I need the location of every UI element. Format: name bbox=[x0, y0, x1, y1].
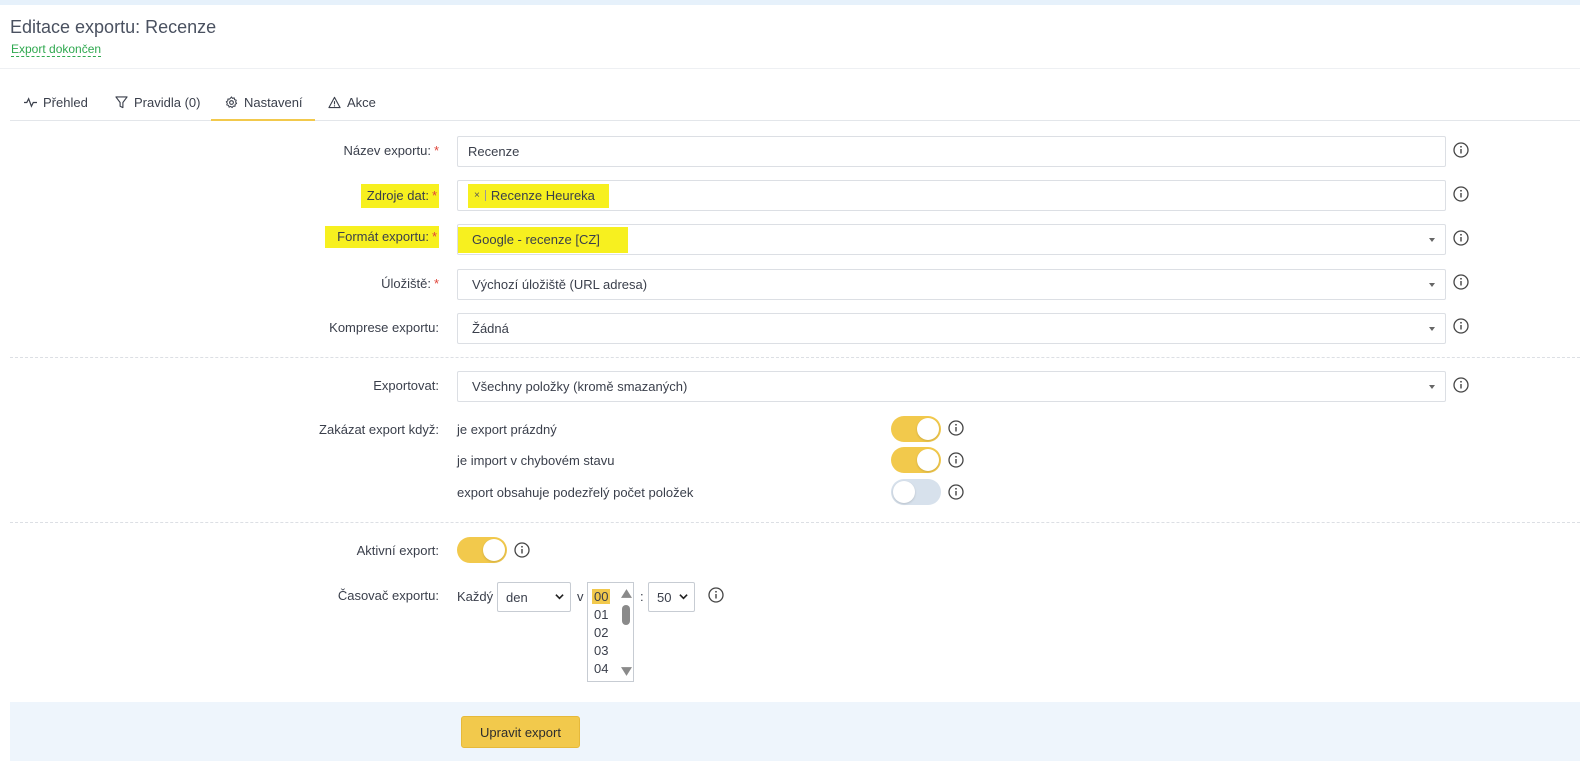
dropdown-caret-icon bbox=[1429, 238, 1435, 242]
tab-actions[interactable]: Akce bbox=[328, 85, 376, 120]
hour-option[interactable]: 00 bbox=[592, 589, 611, 604]
required-mark: * bbox=[433, 143, 439, 158]
gear-icon bbox=[225, 96, 238, 109]
scroll-thumb[interactable] bbox=[622, 605, 630, 625]
info-icon[interactable] bbox=[708, 587, 724, 603]
active-export-label: Aktivní export: bbox=[356, 543, 439, 558]
scroll-up-arrow-icon[interactable] bbox=[621, 589, 632, 598]
info-icon[interactable] bbox=[1453, 186, 1469, 202]
compression-value: Žádná bbox=[472, 321, 509, 336]
export-scope-select[interactable]: Všechny položky (kromě smazaných) bbox=[457, 371, 1446, 402]
top-accent-bar bbox=[0, 0, 1580, 5]
required-mark: * bbox=[431, 188, 437, 203]
remove-tag-icon[interactable]: × bbox=[474, 190, 486, 201]
chevron-down-icon bbox=[555, 594, 564, 600]
toggle-knob bbox=[917, 449, 939, 471]
warning-icon bbox=[328, 96, 341, 109]
timer-at-label: v bbox=[577, 589, 584, 604]
export-format-select[interactable]: Google - recenze [CZ] bbox=[457, 224, 1446, 255]
storage-select[interactable]: Výchozí úložiště (URL adresa) bbox=[457, 269, 1446, 300]
active-export-toggle[interactable] bbox=[457, 537, 507, 563]
export-name-value: Recenze bbox=[468, 144, 520, 159]
info-icon[interactable] bbox=[1453, 318, 1469, 334]
info-icon[interactable] bbox=[1453, 377, 1469, 393]
info-icon[interactable] bbox=[948, 452, 964, 468]
tab-bar: Přehled Pravidla (0) Nastavení Akce bbox=[10, 85, 1580, 121]
info-icon[interactable] bbox=[514, 542, 530, 558]
dropdown-caret-icon bbox=[1429, 283, 1435, 287]
condition-import-error-label: je import v chybovém stavu bbox=[457, 453, 615, 468]
timer-period-value: den bbox=[506, 589, 528, 605]
toggle-knob bbox=[483, 539, 505, 561]
tab-settings-label: Nastavení bbox=[244, 95, 303, 110]
section-divider bbox=[10, 357, 1580, 358]
tab-overview[interactable]: Přehled bbox=[24, 85, 88, 120]
info-icon[interactable] bbox=[1453, 230, 1469, 246]
condition-suspicious-count-label: export obsahuje podezřelý počet položek bbox=[457, 485, 694, 500]
compression-select[interactable]: Žádná bbox=[457, 313, 1446, 344]
dropdown-caret-icon bbox=[1429, 327, 1435, 331]
condition-suspicious-count-toggle[interactable] bbox=[891, 479, 941, 505]
export-format-label: Formát exportu: * bbox=[325, 226, 439, 248]
export-scope-label: Exportovat: bbox=[373, 378, 439, 393]
export-name-label: Název exportu: * bbox=[343, 143, 440, 158]
disable-when-label: Zakázat export když: bbox=[319, 422, 439, 437]
tab-rules-label: Pravidla (0) bbox=[134, 95, 201, 110]
export-status-link[interactable]: Export dokončen bbox=[11, 42, 102, 57]
tab-rules[interactable]: Pravidla (0) bbox=[115, 85, 200, 120]
required-mark: * bbox=[433, 276, 439, 291]
tab-settings[interactable]: Nastavení bbox=[211, 85, 315, 121]
compression-label: Komprese exportu: bbox=[329, 320, 439, 335]
filter-icon bbox=[115, 96, 128, 109]
page-title: Editace exportu: Recenze bbox=[10, 17, 217, 37]
dropdown-caret-icon bbox=[1429, 385, 1435, 389]
info-icon[interactable] bbox=[948, 420, 964, 436]
required-mark: * bbox=[431, 229, 437, 244]
timer-every-label: Každý bbox=[457, 589, 494, 604]
tab-overview-label: Přehled bbox=[43, 95, 88, 110]
hour-option[interactable]: 03 bbox=[594, 643, 608, 658]
info-icon[interactable] bbox=[948, 484, 964, 500]
toggle-knob bbox=[893, 481, 915, 503]
condition-empty-toggle[interactable] bbox=[891, 416, 941, 442]
data-sources-input[interactable]: × Recenze Heureka bbox=[457, 180, 1446, 211]
section-divider bbox=[10, 522, 1580, 523]
storage-value: Výchozí úložiště (URL adresa) bbox=[472, 277, 648, 292]
hour-option[interactable]: 02 bbox=[594, 625, 608, 640]
hour-option[interactable]: 01 bbox=[594, 607, 608, 622]
data-source-tag-label: Recenze Heureka bbox=[490, 188, 595, 203]
toggle-knob bbox=[917, 418, 939, 440]
info-icon[interactable] bbox=[1453, 142, 1469, 158]
scroll-down-arrow-icon[interactable] bbox=[621, 667, 632, 676]
condition-empty-label: je export prázdný bbox=[457, 422, 557, 437]
export-timer-label: Časovač exportu: bbox=[337, 588, 439, 603]
info-icon[interactable] bbox=[1453, 274, 1469, 290]
timer-separator: : bbox=[640, 589, 644, 604]
export-name-input[interactable]: Recenze bbox=[457, 136, 1446, 167]
timer-period-select[interactable]: den bbox=[497, 582, 571, 612]
storage-label: Úložiště: * bbox=[381, 276, 439, 291]
hour-option[interactable]: 04 bbox=[594, 661, 608, 676]
export-format-value: Google - recenze [CZ] bbox=[458, 226, 628, 253]
export-scope-value: Všechny položky (kromě smazaných) bbox=[472, 379, 688, 394]
submit-button[interactable]: Upravit export bbox=[461, 716, 580, 748]
condition-import-error-toggle[interactable] bbox=[891, 447, 941, 473]
listbox-scrollbar[interactable] bbox=[619, 583, 633, 681]
hour-option[interactable]: 05 bbox=[594, 679, 608, 681]
form-footer bbox=[10, 702, 1580, 761]
tab-actions-label: Akce bbox=[347, 95, 376, 110]
timer-hour-listbox[interactable]: 00 01 02 03 04 05 bbox=[587, 582, 634, 682]
timer-minute-value: 50 bbox=[657, 589, 672, 605]
timer-minute-select[interactable]: 50 bbox=[648, 582, 695, 612]
chevron-down-icon bbox=[679, 594, 688, 600]
activity-icon bbox=[24, 97, 37, 108]
data-sources-label: Zdroje dat: * bbox=[360, 184, 439, 208]
data-source-tag: × Recenze Heureka bbox=[468, 183, 609, 208]
header-divider bbox=[0, 68, 1580, 69]
